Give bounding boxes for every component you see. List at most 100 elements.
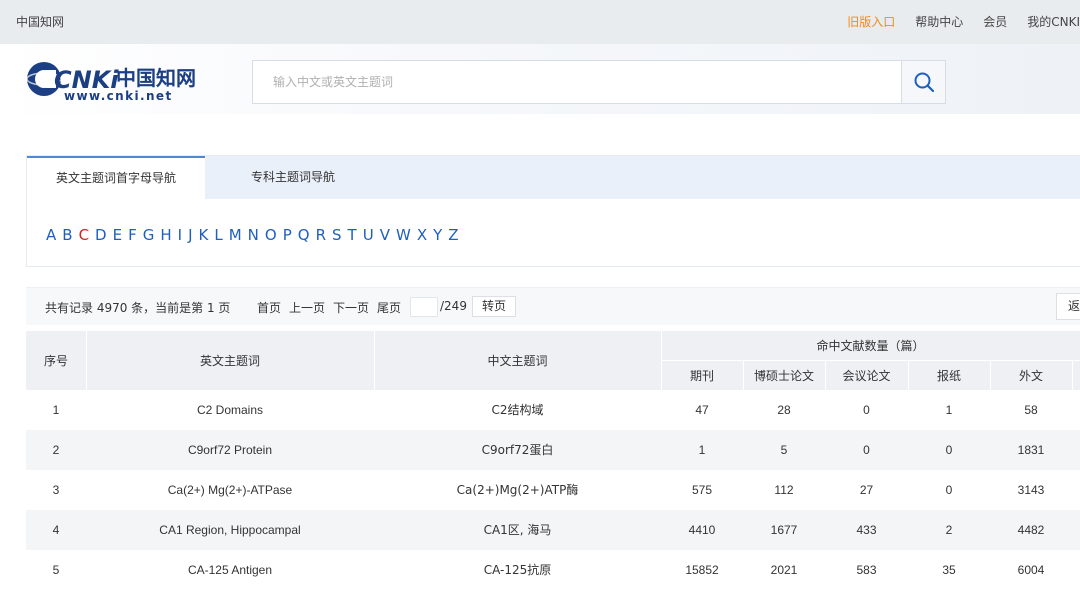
letter-link-o[interactable]: O xyxy=(265,226,277,244)
row-foreign-count[interactable]: 6004 xyxy=(990,550,1072,590)
page-number-input[interactable] xyxy=(410,297,438,317)
row-index: 1 xyxy=(52,403,60,417)
letter-link-y[interactable]: Y xyxy=(433,226,442,244)
first-page-link[interactable]: 首页 xyxy=(257,299,281,316)
letter-link-p[interactable]: P xyxy=(283,226,292,244)
letter-link-d[interactable]: D xyxy=(95,226,107,244)
search-input[interactable] xyxy=(253,61,901,103)
row-conference-count[interactable]: 583 xyxy=(825,550,908,590)
row-thesis-count[interactable]: 28 xyxy=(743,390,825,430)
row-conference-count[interactable]: 433 xyxy=(825,510,908,550)
header-english-term: 英文主题词 xyxy=(199,354,260,368)
row-english-term[interactable]: CA-125 Antigen xyxy=(86,550,374,590)
letter-link-e[interactable]: E xyxy=(113,226,122,244)
row-newspaper-count[interactable]: 0 xyxy=(908,470,990,510)
header-hit-count-group: 命中文献数量（篇） xyxy=(816,339,925,353)
pager-bar: 共有记录 4970 条，当前是第 1 页 首页 上一页 下一页 尾页 /249 … xyxy=(26,287,1080,325)
row-newspaper-count[interactable]: 35 xyxy=(908,550,990,590)
letter-link-k[interactable]: K xyxy=(199,226,209,244)
row-foreign-count[interactable]: 1831 xyxy=(990,430,1072,470)
last-page-link[interactable]: 尾页 xyxy=(377,299,401,316)
header-divider xyxy=(1072,361,1073,390)
letter-link-g[interactable]: G xyxy=(143,226,155,244)
tab-english-initial-nav[interactable]: 英文主题词首字母导航 xyxy=(27,156,205,199)
return-button[interactable]: 返回 xyxy=(1056,293,1080,320)
row-journal-count[interactable]: 575 xyxy=(661,470,743,510)
top-links: 旧版入口 帮助中心 会员 我的CNKI xyxy=(847,13,1080,30)
logo-url: www.cnki.net xyxy=(64,89,173,103)
cnki-logo[interactable]: CNKi 中国知网 www.cnki.net xyxy=(24,58,204,104)
letter-link-a[interactable]: A xyxy=(46,226,56,244)
row-newspaper-count[interactable]: 2 xyxy=(908,510,990,550)
nav-tabs: 英文主题词首字母导航 专科主题词导航 xyxy=(27,156,1080,199)
go-to-page-button[interactable]: 转页 xyxy=(472,296,516,317)
row-chinese-term[interactable]: CA1区, 海马 xyxy=(374,510,661,550)
row-newspaper-count[interactable]: 1 xyxy=(908,390,990,430)
row-english-term[interactable]: C9orf72 Protein xyxy=(86,430,374,470)
row-foreign-count[interactable]: 58 xyxy=(990,390,1072,430)
letter-link-z[interactable]: Z xyxy=(448,226,458,244)
letter-link-m[interactable]: M xyxy=(229,226,242,244)
row-conference-count[interactable]: 0 xyxy=(825,430,908,470)
site-brand-link[interactable]: 中国知网 xyxy=(16,13,64,30)
letter-link-v[interactable]: V xyxy=(380,226,390,244)
row-chinese-term[interactable]: CA-125抗原 xyxy=(374,550,661,590)
row-journal-count[interactable]: 47 xyxy=(661,390,743,430)
next-page-link[interactable]: 下一页 xyxy=(333,299,369,316)
letter-link-l[interactable]: L xyxy=(214,226,222,244)
letter-link-i[interactable]: I xyxy=(178,226,182,244)
table-row: 3 Ca(2+) Mg(2+)-ATPase Ca(2+)Mg(2+)ATP酶 … xyxy=(26,470,1080,510)
my-cnki-link[interactable]: 我的CNKI xyxy=(1027,13,1080,30)
record-count-text: 共有记录 4970 条，当前是第 1 页 xyxy=(45,301,231,315)
letter-link-j[interactable]: J xyxy=(188,226,192,244)
header-newspaper: 报纸 xyxy=(936,369,961,383)
header-conference: 会议论文 xyxy=(842,369,891,383)
membership-link[interactable]: 会员 xyxy=(983,13,1007,30)
letter-link-s[interactable]: S xyxy=(332,226,342,244)
row-thesis-count[interactable]: 1677 xyxy=(743,510,825,550)
row-chinese-term[interactable]: Ca(2+)Mg(2+)ATP酶 xyxy=(374,470,661,510)
row-thesis-count[interactable]: 2021 xyxy=(743,550,825,590)
row-english-term[interactable]: CA1 Region, Hippocampal xyxy=(86,510,374,550)
row-foreign-count[interactable]: 3143 xyxy=(990,470,1072,510)
row-index: 5 xyxy=(52,563,60,577)
help-center-link[interactable]: 帮助中心 xyxy=(915,13,963,30)
row-english-term[interactable]: C2 Domains xyxy=(86,390,374,430)
letter-link-h[interactable]: H xyxy=(160,226,171,244)
row-chinese-term[interactable]: C9orf72蛋白 xyxy=(374,430,661,470)
letter-link-q[interactable]: Q xyxy=(298,226,310,244)
row-journal-count[interactable]: 15852 xyxy=(661,550,743,590)
header-thesis: 博硕士论文 xyxy=(753,369,814,383)
search-icon xyxy=(914,72,934,93)
header-divider xyxy=(374,331,375,390)
prev-page-link[interactable]: 上一页 xyxy=(289,299,325,316)
letter-link-x[interactable]: X xyxy=(417,226,427,244)
row-chinese-term[interactable]: C2结构域 xyxy=(374,390,661,430)
search-button[interactable] xyxy=(901,61,945,103)
row-english-term[interactable]: Ca(2+) Mg(2+)-ATPase xyxy=(86,470,374,510)
row-conference-count[interactable]: 27 xyxy=(825,470,908,510)
letter-link-r[interactable]: R xyxy=(316,226,326,244)
letter-link-u[interactable]: U xyxy=(363,226,374,244)
row-journal-count[interactable]: 1 xyxy=(661,430,743,470)
letter-link-b[interactable]: B xyxy=(62,226,72,244)
letter-link-w[interactable]: W xyxy=(396,226,411,244)
row-thesis-count[interactable]: 5 xyxy=(743,430,825,470)
letter-link-n[interactable]: N xyxy=(248,226,259,244)
header-foreign: 外文 xyxy=(1018,369,1043,383)
logo-chinese: 中国知网 xyxy=(116,66,196,90)
letter-link-f[interactable]: F xyxy=(128,226,137,244)
header-index: 序号 xyxy=(43,354,68,368)
row-journal-count[interactable]: 4410 xyxy=(661,510,743,550)
row-conference-count[interactable]: 0 xyxy=(825,390,908,430)
letter-link-c[interactable]: C xyxy=(79,226,89,244)
header-divider xyxy=(661,360,1080,361)
row-foreign-count[interactable]: 4482 xyxy=(990,510,1072,550)
tab-specialty-nav[interactable]: 专科主题词导航 xyxy=(205,156,381,199)
total-pages: /249 xyxy=(440,299,467,313)
old-version-link[interactable]: 旧版入口 xyxy=(847,13,895,30)
row-newspaper-count[interactable]: 0 xyxy=(908,430,990,470)
header-journal: 期刊 xyxy=(689,369,714,383)
letter-link-t[interactable]: T xyxy=(348,226,357,244)
row-thesis-count[interactable]: 112 xyxy=(743,470,825,510)
